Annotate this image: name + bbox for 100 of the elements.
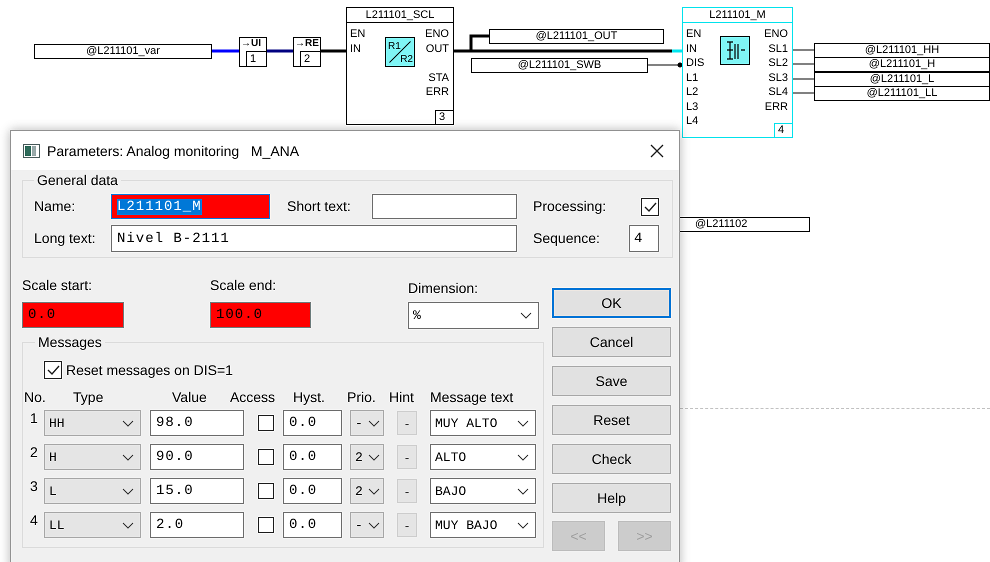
checkbox[interactable] (258, 517, 274, 533)
block-title: L211101_M (683, 8, 792, 23)
input-field[interactable]: 0.0 (283, 478, 342, 504)
hint-button[interactable]: - (397, 513, 417, 537)
input-field[interactable]: 0.0 (283, 444, 342, 470)
pin-label: OUT (426, 42, 449, 56)
field-label: Sequence: (533, 230, 601, 247)
pin-label: SL4 (768, 86, 788, 99)
pin-label: ENO (425, 28, 449, 41)
dropdown[interactable]: L (44, 478, 141, 504)
pin-label: ERR (426, 86, 449, 99)
pin-label: SL3 (768, 72, 788, 84)
chevron-down-icon (368, 488, 380, 494)
column-header: Type (72, 389, 104, 405)
bar-symbol-icon (720, 36, 750, 65)
input-field[interactable]: 0.0 (283, 410, 342, 436)
dropdown[interactable]: - (350, 512, 384, 538)
chevron-down-icon (517, 454, 529, 460)
checkbox[interactable] (258, 449, 274, 465)
input-field[interactable]: 100.0 (210, 302, 311, 328)
checkbox-label: Reset messages on DIS=1 (66, 362, 233, 378)
dialog-button[interactable]: Reset (552, 405, 671, 435)
variable-tag[interactable]: @L211101_HH (814, 43, 990, 58)
input-field[interactable]: 15.0 (150, 478, 244, 504)
input-field[interactable]: 0.0 (22, 302, 124, 328)
pin-label: ENO (764, 28, 788, 41)
dropdown[interactable]: - (350, 410, 384, 436)
pin-label: ERR (764, 100, 788, 114)
field-label: Scale start: (22, 277, 94, 294)
pin-label: SL1 (768, 42, 788, 56)
input-field[interactable]: Nivel B-2111 (111, 225, 517, 252)
dropdown[interactable]: ALTO (430, 444, 536, 470)
checkbox[interactable] (641, 198, 659, 216)
converter-label: →RE (295, 38, 319, 50)
hint-button[interactable]: - (397, 445, 417, 469)
column-header: Prio. (346, 389, 377, 405)
chevron-down-icon (368, 522, 380, 528)
column-header: Hyst. (292, 389, 326, 405)
dialog-button[interactable]: Cancel (552, 327, 671, 357)
function-block[interactable]: L211101_SCL EN IN ENO OUT STA ERR R1 R2 3 (346, 7, 454, 125)
variable-tag[interactable]: @L211101_SWB (471, 58, 648, 73)
variable-tag[interactable]: @L211101_L (814, 72, 990, 87)
dropdown[interactable]: 2 (350, 444, 384, 470)
dropdown[interactable]: LL (44, 512, 141, 538)
group-title: Messages (37, 334, 103, 351)
chevron-down-icon (517, 488, 529, 494)
dialog-button[interactable]: Save (552, 366, 671, 396)
variable-tag[interactable]: @L211101_var (34, 44, 212, 59)
dialog-button[interactable]: Check (552, 444, 671, 474)
pin-label: STA (428, 72, 449, 84)
field-text: L211101_M (117, 198, 202, 214)
column-header: Message text (430, 389, 514, 405)
input-field[interactable]: 2.0 (150, 512, 244, 538)
input-field[interactable]: 4 (629, 225, 659, 252)
variable-tag[interactable]: @L211101_LL (814, 86, 990, 101)
variable-tag[interactable]: @L211101_OUT (489, 29, 664, 44)
column-header: No. (24, 389, 44, 405)
variable-tag[interactable]: @L211101_H (814, 57, 990, 72)
checkbox[interactable] (258, 415, 274, 431)
pin-label: L1 (686, 72, 698, 84)
dropdown[interactable]: MUY ALTO (430, 410, 536, 436)
dropdown[interactable]: 2 (350, 478, 384, 504)
dropdown[interactable]: HH (44, 410, 141, 436)
input-field[interactable]: L211101_M (111, 194, 270, 219)
field-label: Name: (34, 198, 76, 215)
pin-label: L4 (686, 115, 698, 128)
pin-label: DIS (686, 57, 704, 70)
hint-button[interactable]: - (397, 479, 417, 503)
checkbox[interactable] (44, 361, 62, 379)
dropdown[interactable]: H (44, 444, 141, 470)
connection-line (266, 50, 293, 52)
converter-block[interactable]: →UI 1 (239, 37, 267, 67)
chevron-down-icon (368, 454, 380, 460)
chevron-down-icon (520, 312, 532, 319)
converter-block[interactable]: →RE 2 (293, 37, 321, 67)
dialog-button[interactable]: Help (552, 483, 671, 513)
chevron-down-icon (122, 454, 134, 460)
input-field[interactable]: 0.0 (283, 512, 342, 538)
pin-label: IN (350, 42, 361, 56)
dropdown[interactable]: % (408, 302, 539, 329)
dropdown[interactable]: BAJO (430, 478, 536, 504)
dropdown[interactable]: MUY BAJO (430, 512, 536, 538)
pin-label: L2 (686, 86, 698, 99)
field-label: Long text: (34, 230, 96, 247)
function-block[interactable]: L211101_M EN IN DIS L1 L2 L3 L4 ENO SL1 SL2 SL3 SL4 ERR 4 (682, 7, 793, 138)
pin-label: EN (686, 28, 702, 41)
chevron-down-icon (517, 522, 529, 528)
field-label: Scale end: (210, 277, 278, 294)
hint-button[interactable]: - (397, 411, 417, 435)
close-icon[interactable] (650, 144, 664, 158)
symbol-label: R2 (400, 54, 413, 65)
input-field[interactable]: 90.0 (150, 444, 244, 470)
dialog-button[interactable]: OK (552, 288, 671, 318)
checkbox[interactable] (258, 483, 274, 499)
field-label: Dimension: (408, 280, 480, 297)
row-number: 1 (29, 410, 39, 426)
block-number: 3 (435, 110, 454, 125)
input-field[interactable]: 98.0 (150, 410, 244, 436)
variable-tag[interactable]: @L211102 (678, 217, 810, 232)
input-field[interactable] (372, 194, 517, 219)
